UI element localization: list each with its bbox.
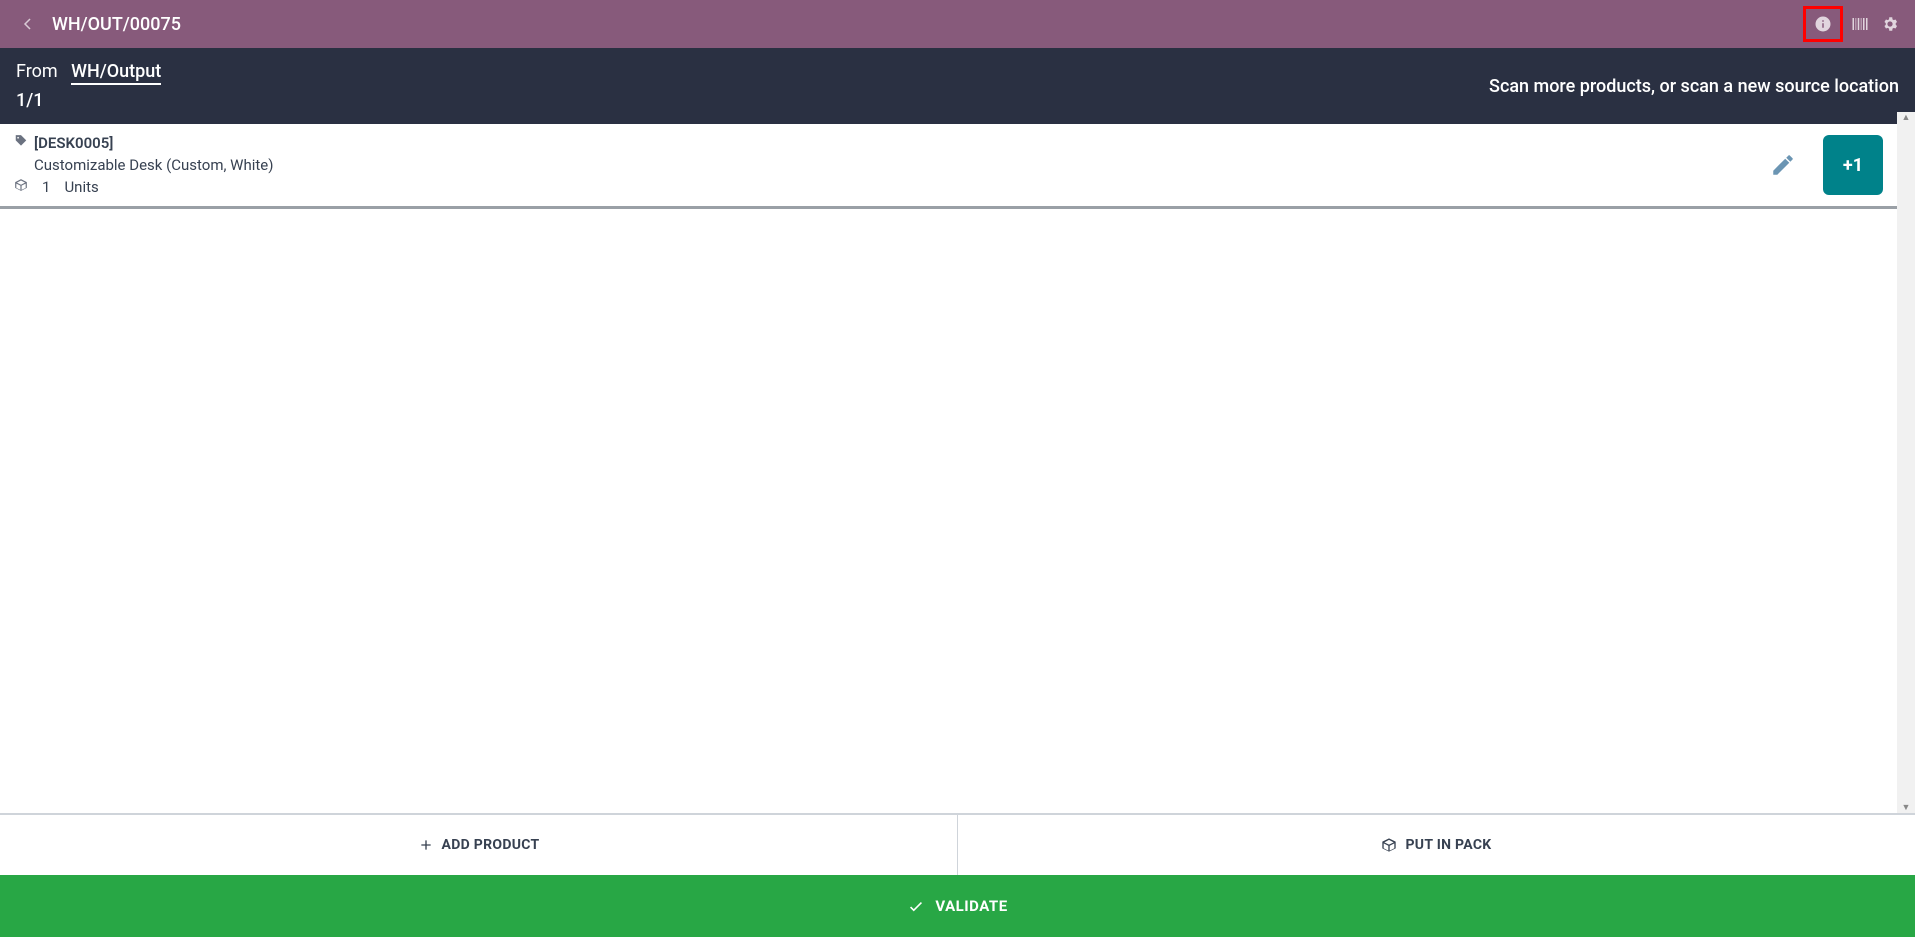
info-button[interactable] <box>1810 11 1836 37</box>
back-button[interactable] <box>12 8 44 40</box>
product-qty: 1 <box>42 178 50 196</box>
chevron-left-icon <box>19 15 37 33</box>
plus-icon <box>418 837 434 853</box>
barcode-icon <box>1850 15 1870 33</box>
increment-button[interactable]: +1 <box>1823 135 1883 195</box>
from-label: From <box>16 61 58 82</box>
package-icon <box>1381 837 1397 853</box>
put-in-pack-label: PUT IN PACK <box>1405 837 1491 853</box>
info-icon <box>1814 15 1832 33</box>
product-line[interactable]: [DESK0005] Customizable Desk (Custom, Wh… <box>0 124 1897 209</box>
validate-button[interactable]: VALIDATE <box>0 875 1915 937</box>
gear-icon <box>1881 15 1899 33</box>
topbar: WH/OUT/00075 <box>0 0 1915 48</box>
product-code: [DESK0005] <box>34 134 113 152</box>
scrollbar[interactable] <box>1897 112 1915 813</box>
highlighted-info-button <box>1803 6 1843 42</box>
increment-label: +1 <box>1843 155 1863 176</box>
page-title: WH/OUT/00075 <box>52 14 181 35</box>
add-product-button[interactable]: ADD PRODUCT <box>0 815 957 875</box>
cube-icon <box>14 178 28 196</box>
product-name: Customizable Desk (Custom, White) <box>34 156 1763 174</box>
scan-hint: Scan more products, or scan a new source… <box>1489 76 1899 97</box>
from-location[interactable]: WH/Output <box>71 61 161 85</box>
check-icon <box>907 897 925 915</box>
line-counter: 1/1 <box>16 87 161 114</box>
edit-button[interactable] <box>1763 145 1803 185</box>
product-info: [DESK0005] Customizable Desk (Custom, Wh… <box>14 134 1763 196</box>
product-uom: Units <box>64 178 98 196</box>
pencil-icon <box>1770 152 1796 178</box>
subheader: From WH/Output 1/1 Scan more products, o… <box>0 48 1915 124</box>
barcode-button[interactable] <box>1847 11 1873 37</box>
settings-button[interactable] <box>1877 11 1903 37</box>
put-in-pack-button[interactable]: PUT IN PACK <box>958 815 1915 875</box>
tag-icon <box>14 134 28 152</box>
add-product-label: ADD PRODUCT <box>442 837 540 853</box>
validate-label: VALIDATE <box>935 897 1007 915</box>
main-content: [DESK0005] Customizable Desk (Custom, Wh… <box>0 124 1915 825</box>
bottom-actions: ADD PRODUCT PUT IN PACK <box>0 813 1915 875</box>
